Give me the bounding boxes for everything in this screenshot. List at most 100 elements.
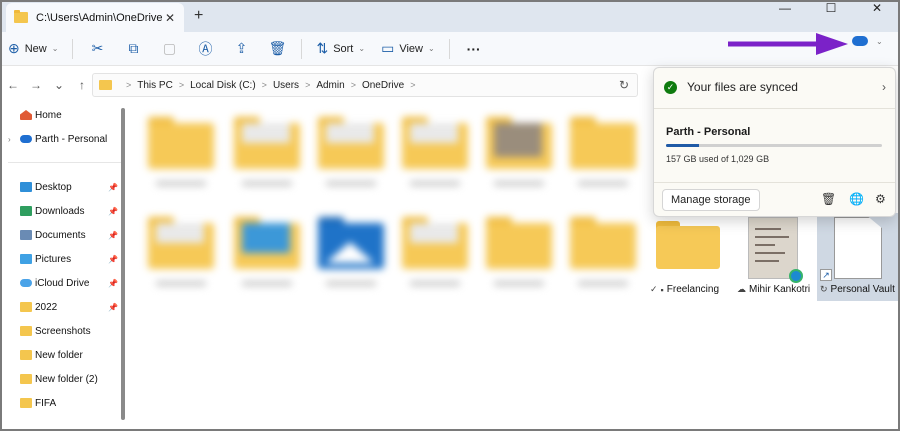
sidebar-item-label: New folder (2)	[35, 373, 98, 385]
maximize-button[interactable]: ☐	[808, 0, 854, 28]
pin-icon[interactable]: 📌	[108, 279, 118, 288]
refresh-icon[interactable]: ↻	[619, 78, 629, 92]
folder-icon	[20, 326, 32, 336]
share-icon[interactable]: ⇪	[223, 40, 259, 57]
globe-icon[interactable]: 🌐	[849, 192, 864, 206]
pictures-icon	[20, 254, 32, 264]
pin-icon[interactable]: 📌	[108, 183, 118, 192]
paste-icon[interactable]: ▢	[151, 40, 187, 57]
breadcrumb-local-disk[interactable]: Local Disk (C:)	[190, 80, 256, 91]
close-button[interactable]: ✕	[854, 0, 900, 28]
sidebar-item-label: New folder	[35, 349, 83, 361]
sidebar-item-new-folder-2[interactable]: New folder (2)	[8, 369, 126, 389]
delete-icon[interactable]: 🗑	[259, 40, 295, 57]
folder-item[interactable]	[234, 117, 300, 186]
sync-pending-icon: ↻	[820, 284, 828, 294]
chevron-right-icon[interactable]: ›	[882, 80, 886, 94]
cut-icon[interactable]: ✂	[79, 40, 115, 57]
annotation-arrow	[728, 33, 848, 55]
onedrive-cloud-button[interactable]: ⌄	[852, 36, 883, 46]
desktop-icon	[20, 182, 32, 192]
folder-item[interactable]	[486, 217, 552, 286]
breadcrumb-separator: >	[305, 80, 311, 90]
storage-usage-fill	[666, 144, 700, 147]
breadcrumb-users[interactable]: Users	[273, 80, 299, 91]
documents-icon	[20, 230, 32, 240]
pin-icon[interactable]: 📌	[108, 231, 118, 240]
folder-icon	[20, 350, 32, 360]
folder-item[interactable]	[148, 217, 214, 286]
up-button[interactable]: ↑	[72, 78, 92, 92]
sidebar-item-label: FIFA	[35, 397, 57, 409]
plus-circle-icon: ⊕	[8, 40, 20, 56]
sidebar-item-downloads[interactable]: Downloads 📌	[8, 201, 126, 221]
breadcrumb-onedrive[interactable]: OneDrive	[362, 80, 404, 91]
breadcrumb-this-pc[interactable]: This PC	[137, 80, 173, 91]
back-button[interactable]: ←	[3, 78, 23, 92]
new-tab-button[interactable]: +	[194, 7, 203, 25]
sort-icon: ⇅	[316, 40, 329, 56]
folder-item[interactable]	[402, 217, 468, 286]
file-name: Personal Vault	[830, 284, 895, 295]
account-name: Parth - Personal	[666, 126, 751, 138]
blurred-items	[128, 103, 648, 431]
rename-icon[interactable]: Ⓐ	[187, 39, 223, 59]
folder-icon	[14, 10, 28, 23]
sidebar-item-fifa[interactable]: FIFA	[8, 393, 126, 413]
onedrive-flyout: ✓ Your files are synced › Parth - Person…	[653, 67, 896, 217]
sidebar-item-documents[interactable]: Documents 📌	[8, 225, 126, 245]
sidebar-item-label: Parth - Personal	[35, 133, 108, 145]
copy-icon[interactable]: ⧉	[115, 40, 151, 57]
onedrive-icon	[20, 135, 32, 143]
folder-item[interactable]	[402, 117, 468, 186]
address-bar[interactable]: > This PC > Local Disk (C:) > Users > Ad…	[92, 73, 638, 97]
recycle-bin-icon[interactable]: 🗑	[821, 192, 836, 206]
sort-button[interactable]: ⇅ Sort ⌄	[308, 36, 373, 62]
new-label: New	[24, 42, 47, 55]
sidebar-item-icloud-drive[interactable]: iCloud Drive 📌	[8, 273, 126, 293]
tab-onedrive[interactable]: C:\Users\Admin\OneDrive ✕	[6, 3, 184, 32]
folder-item[interactable]	[318, 217, 384, 286]
expand-chevron-icon[interactable]: ›	[8, 135, 20, 144]
folder-item[interactable]	[570, 217, 636, 286]
pin-icon[interactable]: 📌	[108, 255, 118, 264]
sidebar-item-home[interactable]: Home	[8, 105, 126, 125]
sidebar-item-desktop[interactable]: Desktop 📌	[8, 177, 126, 197]
more-options-icon[interactable]: ···	[456, 41, 492, 57]
manage-storage-button[interactable]: Manage storage	[662, 189, 760, 211]
view-button[interactable]: ▭ View ⌄	[373, 36, 443, 62]
icloud-icon	[20, 279, 32, 287]
cloud-status-icon: ☁	[737, 284, 746, 294]
breadcrumb-admin[interactable]: Admin	[316, 80, 344, 91]
storage-usage-text: 157 GB used of 1,029 GB	[666, 154, 770, 164]
folder-item[interactable]	[486, 117, 552, 186]
sidebar-scrollbar[interactable]	[121, 108, 125, 420]
folder-item[interactable]	[570, 117, 636, 186]
folder-item[interactable]	[148, 117, 214, 186]
tab-close-icon[interactable]: ✕	[162, 11, 178, 25]
sync-status-row[interactable]: ✓ Your files are synced ›	[664, 80, 886, 94]
onedrive-cloud-icon	[852, 36, 868, 46]
sidebar-item-new-folder[interactable]: New folder	[8, 345, 126, 365]
sidebar-item-label: Pictures	[35, 253, 72, 265]
sidebar-item-screenshots[interactable]: Screenshots	[8, 321, 126, 341]
pin-icon[interactable]: 📌	[108, 207, 118, 216]
edge-browser-icon	[789, 269, 803, 283]
recent-locations-button[interactable]: ⌄	[49, 78, 69, 92]
settings-gear-icon[interactable]: ⚙	[875, 192, 886, 206]
sidebar-item-label: Home	[35, 109, 62, 121]
flyout-divider	[654, 108, 895, 109]
new-button[interactable]: ⊕ New ⌄	[0, 36, 66, 62]
sidebar-item-2022[interactable]: 2022 📌	[8, 297, 126, 317]
title-bar: C:\Users\Admin\OneDrive ✕ + — ☐ ✕	[0, 0, 900, 32]
minimize-button[interactable]: —	[762, 0, 808, 28]
home-icon	[20, 110, 32, 120]
sidebar-item-parth-personal[interactable]: › Parth - Personal	[8, 129, 126, 149]
chevron-down-icon: ⌄	[876, 36, 883, 46]
sidebar-item-pictures[interactable]: Pictures 📌	[8, 249, 126, 269]
folder-item[interactable]	[318, 117, 384, 186]
pin-icon[interactable]: 📌	[108, 303, 118, 312]
folder-item[interactable]	[234, 217, 300, 286]
forward-button[interactable]: →	[26, 78, 46, 92]
flyout-footer: Manage storage 🗑 🌐 ⚙	[654, 182, 895, 218]
